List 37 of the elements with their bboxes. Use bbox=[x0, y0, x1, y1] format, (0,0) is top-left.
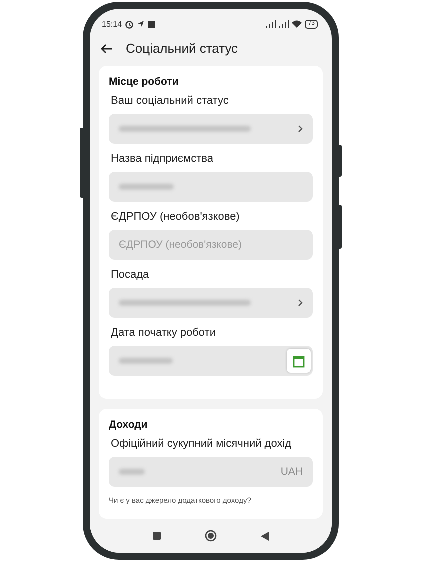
section-title: Доходи bbox=[109, 419, 149, 431]
side-button[interactable] bbox=[339, 145, 342, 177]
back-triangle-icon bbox=[261, 532, 269, 540]
field-label: Посада bbox=[110, 269, 150, 281]
blurred-value bbox=[119, 184, 174, 190]
send-icon bbox=[137, 20, 146, 28]
blurred-value bbox=[119, 469, 145, 475]
wifi-icon bbox=[292, 20, 302, 28]
field-label: Назва підприємства bbox=[110, 153, 214, 165]
alarm-icon bbox=[125, 20, 134, 28]
currency-label: UAH bbox=[280, 466, 303, 478]
chevron-right-icon bbox=[298, 299, 303, 307]
side-button[interactable] bbox=[80, 128, 83, 198]
recent-apps-icon bbox=[153, 532, 161, 540]
square-icon bbox=[148, 20, 156, 28]
field-label: Дата початку роботи bbox=[110, 327, 217, 339]
side-button[interactable] bbox=[339, 205, 342, 249]
field-label: ЄДРПОУ (необов'язкове) bbox=[110, 211, 241, 223]
input-field[interactable] bbox=[109, 288, 313, 318]
field-label: Офіційний сукупний місячний дохід bbox=[110, 438, 293, 450]
home-icon bbox=[205, 530, 217, 542]
calendar-icon bbox=[293, 354, 305, 368]
field-label: Ваш соціальний статус bbox=[110, 95, 230, 107]
calendar-button[interactable] bbox=[287, 349, 311, 373]
signal-icon bbox=[279, 20, 290, 28]
back-arrow-icon bbox=[101, 44, 113, 54]
input-field[interactable]: ЄДРПОУ (необов'язкове) bbox=[109, 230, 313, 260]
section-title: Місце роботи bbox=[109, 76, 180, 88]
input-field[interactable] bbox=[109, 172, 313, 202]
input-field[interactable] bbox=[109, 346, 313, 376]
blurred-value bbox=[119, 358, 173, 364]
chevron-right-icon bbox=[298, 125, 303, 133]
input-field[interactable]: UAH bbox=[109, 457, 313, 487]
screen-title: Соціальний статус bbox=[126, 41, 238, 56]
signal-icon bbox=[266, 20, 276, 28]
input-field[interactable] bbox=[109, 114, 313, 144]
status-time: 15:14 bbox=[102, 20, 122, 28]
